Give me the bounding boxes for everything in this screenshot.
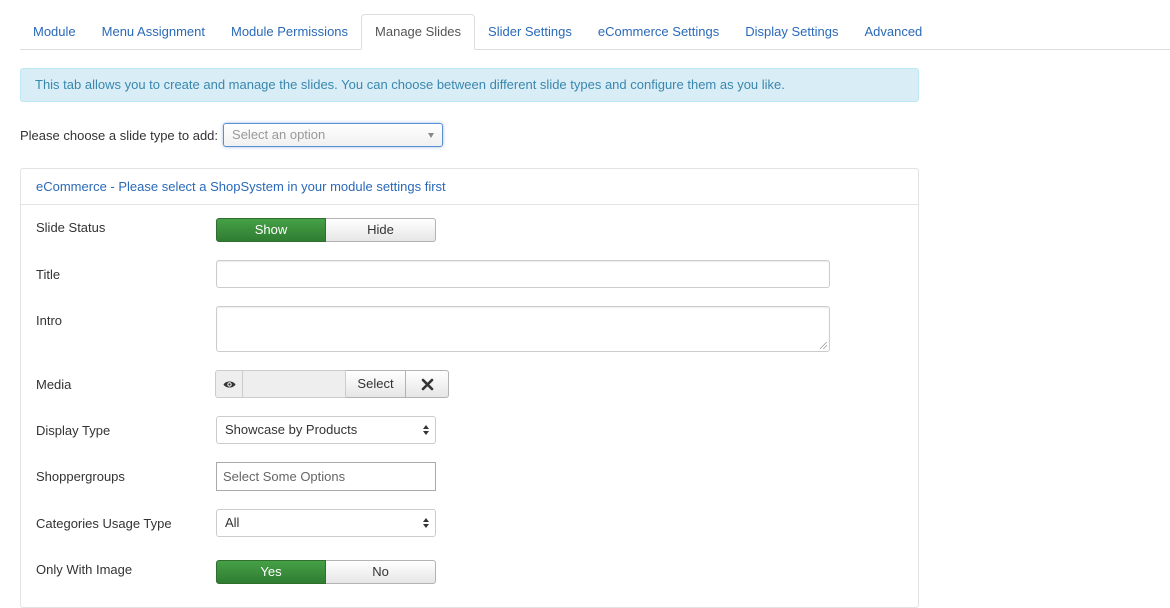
- only-with-image-toggle: Yes No: [216, 560, 436, 584]
- tab-slider-settings[interactable]: Slider Settings: [475, 15, 585, 49]
- slide-panel: eCommerce - Please select a ShopSystem i…: [20, 168, 919, 608]
- intro-textarea[interactable]: [216, 306, 830, 352]
- shoppergroups-label: Shoppergroups: [36, 469, 125, 484]
- title-input[interactable]: [216, 260, 830, 288]
- slide-type-dropdown[interactable]: Select an option: [223, 123, 444, 147]
- tab-module-permissions[interactable]: Module Permissions: [218, 15, 361, 49]
- tab-advanced[interactable]: Advanced: [851, 15, 935, 49]
- tab-menu-assignment[interactable]: Menu Assignment: [89, 15, 218, 49]
- chevron-down-icon: [428, 133, 435, 138]
- media-path-input: [243, 370, 346, 398]
- categories-usage-type-label: Categories Usage Type: [36, 516, 172, 531]
- slide-status-toggle: Show Hide: [216, 218, 436, 242]
- resize-grip-icon[interactable]: [820, 342, 827, 349]
- add-slide-row: Please choose a slide type to add: Selec…: [20, 122, 444, 148]
- panel-title[interactable]: eCommerce - Please select a ShopSystem i…: [21, 169, 918, 205]
- no-button[interactable]: No: [326, 560, 436, 584]
- media-select-button[interactable]: Select: [346, 370, 406, 398]
- display-type-value: Showcase by Products: [225, 422, 358, 437]
- tab-display-settings[interactable]: Display Settings: [732, 15, 851, 49]
- close-icon: [421, 378, 433, 390]
- shoppergroups-placeholder: Select Some Options: [223, 469, 346, 484]
- add-slide-label: Please choose a slide type to add:: [20, 127, 219, 143]
- categories-usage-type-value: All: [225, 515, 240, 530]
- title-label: Title: [36, 267, 61, 282]
- media-field: Select: [215, 370, 449, 398]
- categories-usage-type-select[interactable]: All: [216, 509, 436, 537]
- updown-arrows-icon: [423, 425, 429, 435]
- media-clear-button[interactable]: [406, 370, 449, 398]
- tab-ecommerce-settings[interactable]: eCommerce Settings: [585, 15, 732, 49]
- intro-label: Intro: [36, 313, 63, 328]
- tab-module[interactable]: Module: [20, 15, 89, 49]
- info-alert: This tab allows you to create and manage…: [20, 68, 919, 102]
- show-button[interactable]: Show: [216, 218, 326, 242]
- eye-icon[interactable]: [215, 370, 243, 398]
- media-label: Media: [36, 377, 72, 392]
- tab-bar: Module Menu Assignment Module Permission…: [20, 14, 1170, 50]
- tab-manage-slides[interactable]: Manage Slides: [361, 14, 476, 50]
- hide-button[interactable]: Hide: [326, 218, 436, 242]
- only-with-image-label: Only With Image: [36, 562, 133, 577]
- slide-type-placeholder: Select an option: [232, 127, 326, 142]
- slide-status-label: Slide Status: [36, 220, 106, 235]
- yes-button[interactable]: Yes: [216, 560, 326, 584]
- updown-arrows-icon: [423, 518, 429, 528]
- display-type-select[interactable]: Showcase by Products: [216, 416, 436, 444]
- display-type-label: Display Type: [36, 423, 111, 438]
- shoppergroups-multiselect[interactable]: Select Some Options: [216, 462, 436, 491]
